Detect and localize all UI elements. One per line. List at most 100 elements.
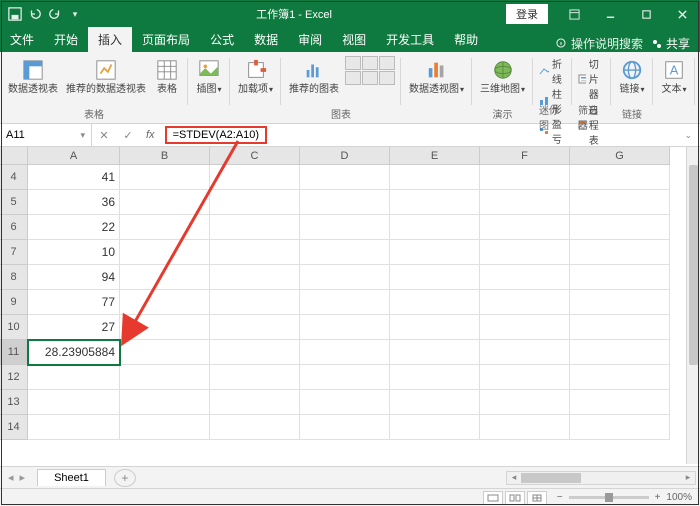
cell[interactable] [480,315,570,340]
maximize-icon[interactable] [628,0,664,28]
cell[interactable] [210,290,300,315]
cell[interactable] [120,390,210,415]
cell[interactable] [570,215,670,240]
cell[interactable] [570,365,670,390]
tab-view[interactable]: 视图 [332,27,376,52]
cell[interactable] [570,390,670,415]
cell[interactable] [570,240,670,265]
cell[interactable] [120,340,210,365]
column-headers[interactable]: ABCDEFG [28,147,686,165]
row-header[interactable]: 9 [0,290,28,315]
cell[interactable] [120,265,210,290]
cell[interactable] [210,190,300,215]
cell[interactable] [120,215,210,240]
cell[interactable] [570,265,670,290]
undo-icon[interactable] [28,7,42,21]
vertical-scroll-thumb[interactable] [689,165,698,365]
name-box[interactable]: A11 ▾ [0,124,92,146]
row-headers[interactable]: 4567891011121314 [0,165,28,440]
redo-icon[interactable] [48,7,62,21]
cell[interactable] [390,390,480,415]
cell[interactable] [480,165,570,190]
cell[interactable] [210,240,300,265]
cell[interactable] [300,165,390,190]
tab-data[interactable]: 数据 [244,27,288,52]
autosave-icon[interactable] [8,7,22,21]
cell[interactable] [210,340,300,365]
cell[interactable] [120,415,210,440]
cell[interactable]: 27 [28,315,120,340]
cell[interactable] [480,390,570,415]
new-sheet-button[interactable]: + [114,469,136,487]
tab-home[interactable]: 开始 [44,27,88,52]
cell[interactable] [300,415,390,440]
cell[interactable] [570,315,670,340]
tab-help[interactable]: 帮助 [444,27,488,52]
recommended-charts-button[interactable]: 推荐的图表 [287,56,341,97]
cell[interactable]: 28.23905884 [28,340,120,365]
share-button[interactable]: 共享 [651,35,690,52]
column-header[interactable]: F [480,147,570,165]
recommended-pivot-button[interactable]: 推荐的数据透视表 [64,56,148,97]
zoom-level[interactable]: 100% [666,492,692,503]
cell[interactable] [28,415,120,440]
cell[interactable]: 94 [28,265,120,290]
cell[interactable] [480,365,570,390]
normal-view-icon[interactable] [483,491,503,505]
cell[interactable] [480,215,570,240]
chart-type-gallery[interactable] [345,56,395,85]
tab-file[interactable]: 文件 [0,27,44,52]
cell[interactable] [210,390,300,415]
pivot-table-button[interactable]: 数据透视表 [6,56,60,97]
vertical-scrollbar[interactable] [686,147,700,464]
cell[interactable] [210,415,300,440]
cell[interactable] [300,190,390,215]
formula-input[interactable]: =STDEV(A2:A10) [165,126,268,144]
cell[interactable] [300,290,390,315]
cell[interactable] [300,340,390,365]
tab-formulas[interactable]: 公式 [200,27,244,52]
row-header[interactable]: 7 [0,240,28,265]
tab-developer[interactable]: 开发工具 [376,27,444,52]
close-icon[interactable] [664,0,700,28]
zoom-in-icon[interactable]: + [655,492,661,503]
page-layout-view-icon[interactable] [505,491,525,505]
text-button[interactable]: A文本▾ [659,56,689,97]
column-header[interactable]: B [120,147,210,165]
cell[interactable]: 22 [28,215,120,240]
row-header[interactable]: 12 [0,365,28,390]
expand-formula-bar-icon[interactable]: ⌄ [676,130,700,141]
page-break-view-icon[interactable] [527,491,547,505]
zoom-control[interactable]: − + 100% [557,492,692,503]
cell[interactable] [570,190,670,215]
cell[interactable] [390,365,480,390]
table-button[interactable]: 表格 [152,56,182,97]
fx-icon[interactable]: fx [140,129,161,141]
minimize-icon[interactable] [592,0,628,28]
hyperlink-button[interactable]: 链接▾ [617,56,647,97]
ribbon-options-icon[interactable] [556,0,592,28]
addins-button[interactable]: 加载项▾ [236,56,275,97]
cell[interactable] [120,165,210,190]
column-header[interactable]: A [28,147,120,165]
tab-layout[interactable]: 页面布局 [132,27,200,52]
cell[interactable] [300,265,390,290]
cancel-formula-icon[interactable]: ✕ [92,129,116,142]
cell[interactable] [480,415,570,440]
zoom-slider[interactable] [569,496,649,499]
cell[interactable] [390,415,480,440]
row-header[interactable]: 10 [0,315,28,340]
cell[interactable]: 41 [28,165,120,190]
qat-customize-icon[interactable]: ▾ [68,7,82,21]
cell[interactable] [300,315,390,340]
cell[interactable] [480,340,570,365]
tell-me-search[interactable]: 操作说明搜索 [555,35,643,52]
cell[interactable] [120,240,210,265]
cell[interactable] [390,265,480,290]
cell[interactable] [300,215,390,240]
select-all-corner[interactable] [0,147,28,165]
cell[interactable] [570,340,670,365]
cell[interactable] [120,315,210,340]
cell[interactable] [120,365,210,390]
horizontal-scrollbar[interactable]: ◂ ▸ [506,471,696,485]
